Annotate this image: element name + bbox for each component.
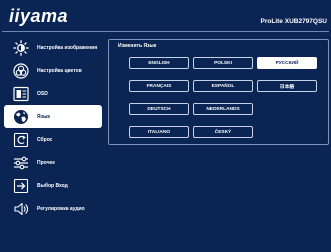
sidebar-item-input-select[interactable]: Выбор Вход <box>4 174 102 197</box>
sidebar-item-label: Прочее <box>37 159 56 166</box>
sidebar-item-reset[interactable]: Сброс <box>4 128 102 151</box>
sidebar-item-picture-adjust[interactable]: Настройка изображения <box>4 36 102 59</box>
language-option-francais[interactable]: FRANÇAIS <box>129 80 189 92</box>
sidebar-item-label: Регулировка аудио <box>37 205 85 212</box>
language-option-italiano[interactable]: ITALIANO <box>129 126 189 138</box>
globe-icon <box>12 108 30 126</box>
sidebar-item-misc[interactable]: Прочее <box>4 151 102 174</box>
reset-icon <box>12 131 30 149</box>
language-option-polski[interactable]: POLSKI <box>193 57 253 69</box>
sidebar-item-label: Язык <box>37 113 50 120</box>
language-option-nederlands[interactable]: NEDERLANDS <box>193 103 253 115</box>
sidebar-item-label: Настройка цветов <box>37 67 82 74</box>
sidebar-item-audio[interactable]: Регулировка аудио <box>4 197 102 220</box>
language-option-english[interactable]: ENGLISH <box>129 57 189 69</box>
sidebar-item-label: OSD <box>37 90 48 97</box>
color-palette-icon <box>12 62 30 80</box>
model-name: ProLite XUB2797QSU <box>260 18 327 25</box>
sidebar-item-label: Настройка изображения <box>37 44 98 51</box>
osd-icon <box>12 85 30 103</box>
language-option-cesky[interactable]: ČESKÝ <box>193 126 253 138</box>
language-option-espanol[interactable]: ESPAÑOL <box>193 80 253 92</box>
brightness-icon <box>12 39 30 57</box>
input-select-icon <box>12 177 30 195</box>
sliders-icon <box>12 154 30 172</box>
sidebar-item-label: Выбор Вход <box>37 182 68 189</box>
language-panel: Изменить Язык ENGLISH POLSKI РУССКИЙ FRA… <box>108 39 329 145</box>
sidebar-item-label: Сброс <box>37 136 53 143</box>
sidebar-item-osd[interactable]: OSD <box>4 82 102 105</box>
sidebar-item-color-adjust[interactable]: Настройка цветов <box>4 59 102 82</box>
iiyama-logo: iiyama <box>9 6 69 26</box>
panel-title: Изменить Язык <box>118 43 157 49</box>
sidebar-item-language[interactable]: Язык <box>4 105 102 128</box>
language-option-russian[interactable]: РУССКИЙ <box>257 57 317 69</box>
speaker-icon <box>12 200 30 218</box>
osd-menu-sidebar: Настройка изображения Настройка цветов O… <box>4 36 102 220</box>
language-option-deutsch[interactable]: DEUTSCH <box>129 103 189 115</box>
header-divider <box>2 31 329 32</box>
language-option-japanese[interactable]: 日本語 <box>257 80 317 92</box>
